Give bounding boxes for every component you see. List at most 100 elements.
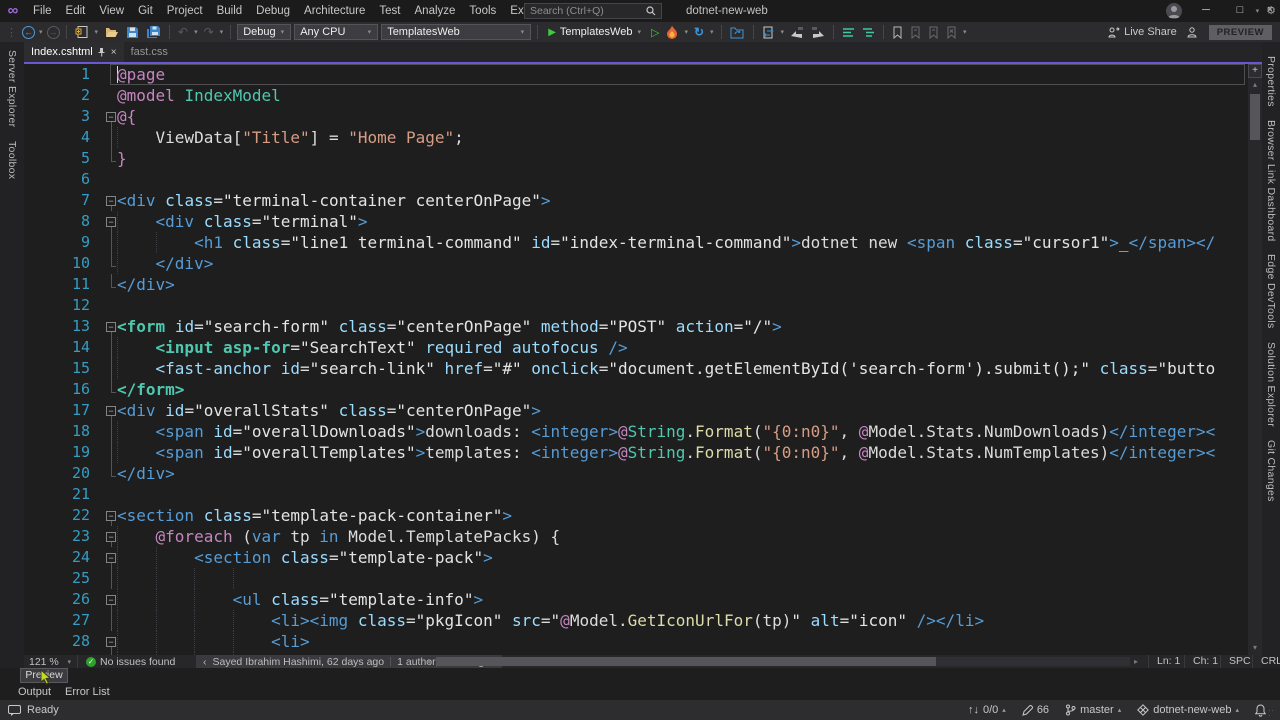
tab-list-dropdown[interactable]: ▾	[1255, 7, 1261, 15]
navigate-back-dropdown[interactable]: ▾	[38, 28, 44, 36]
minimize-button[interactable]: ─	[1192, 0, 1220, 22]
code-line-20[interactable]: 20</div>	[24, 463, 1248, 484]
solution-platform-combo[interactable]: Any CPU▾	[294, 24, 378, 40]
comment-lines-icon[interactable]	[840, 24, 857, 40]
menu-item-file[interactable]: File	[26, 0, 59, 22]
toolbar-overflow-dropdown[interactable]: ▾	[962, 28, 968, 36]
code-line-8[interactable]: −8 <div class="terminal">	[24, 211, 1248, 232]
fold-collapse-button[interactable]: −	[106, 406, 116, 416]
feedback-bubble-icon[interactable]	[8, 705, 21, 716]
run-dropdown[interactable]: ▾	[636, 28, 642, 36]
sync-document-dropdown[interactable]: ▾	[780, 28, 786, 36]
rail-tab-properties[interactable]: Properties	[1265, 56, 1277, 107]
fold-collapse-button[interactable]: −	[106, 553, 116, 563]
code-line-22[interactable]: −22<section class="template-pack-contain…	[24, 505, 1248, 526]
code-line-13[interactable]: −13<form id="search-form" class="centerO…	[24, 316, 1248, 337]
redo-dropdown[interactable]: ▾	[219, 28, 225, 36]
code-line-25[interactable]: 25	[24, 568, 1248, 589]
tab-close-icon[interactable]: ×	[110, 47, 117, 58]
git-branch-selector[interactable]: master ▴	[1065, 704, 1121, 716]
hot-reload-dropdown[interactable]: ▾	[683, 28, 689, 36]
rail-tab-solution-explorer[interactable]: Solution Explorer	[1265, 342, 1277, 427]
code-line-26[interactable]: −26 <ul class="template-info">	[24, 589, 1248, 610]
rail-tab-git-changes[interactable]: Git Changes	[1265, 440, 1277, 502]
hot-reload-icon[interactable]	[664, 24, 680, 40]
code-line-11[interactable]: 11</div>	[24, 274, 1248, 295]
sync-active-document-icon[interactable]	[760, 24, 777, 40]
scroll-up-arrow[interactable]: ▴	[1248, 80, 1262, 89]
window-resize-grip[interactable]: ···	[1268, 708, 1278, 718]
scroll-down-arrow[interactable]: ▾	[1248, 643, 1262, 652]
restart-dropdown[interactable]: ▾	[709, 28, 715, 36]
code-line-19[interactable]: 19 <span id="overallTemplates">templates…	[24, 442, 1248, 463]
rail-tab-browser-link-dashboard[interactable]: Browser Link Dashboard	[1265, 120, 1277, 242]
hscroll-left-arrow[interactable]: ◂	[426, 657, 430, 666]
fold-collapse-button[interactable]: −	[106, 511, 116, 521]
vertical-scroll-thumb[interactable]	[1250, 94, 1260, 140]
code-line-15[interactable]: 15 <fast-anchor id="search-link" href="#…	[24, 358, 1248, 379]
clear-bookmarks-icon[interactable]	[944, 24, 959, 40]
menu-item-project[interactable]: Project	[160, 0, 210, 22]
code-line-4[interactable]: 4 ViewData["Title"] = "Home Page";	[24, 127, 1248, 148]
rail-tab-toolbox[interactable]: Toolbox	[6, 141, 18, 179]
repository-selector[interactable]: dotnet-new-web ▴	[1137, 704, 1239, 716]
code-line-6[interactable]: 6	[24, 169, 1248, 190]
menu-item-debug[interactable]: Debug	[249, 0, 297, 22]
restart-app-icon[interactable]: ↻	[692, 24, 706, 40]
browser-link-refresh-icon[interactable]	[728, 24, 747, 40]
uncomment-lines-icon[interactable]	[860, 24, 877, 40]
document-tab-fast.css[interactable]: fast.css	[124, 42, 175, 62]
solution-configuration-combo[interactable]: Debug▾	[237, 24, 291, 40]
code-line-16[interactable]: 16</form>	[24, 379, 1248, 400]
menu-item-view[interactable]: View	[92, 0, 131, 22]
menu-item-architecture[interactable]: Architecture	[297, 0, 372, 22]
fold-collapse-button[interactable]: −	[106, 595, 116, 605]
rail-tab-server-explorer[interactable]: Server Explorer	[6, 50, 18, 127]
navigate-forward-icon[interactable]: →	[47, 26, 60, 39]
menu-item-git[interactable]: Git	[131, 0, 160, 22]
code-line-1[interactable]: 1@page	[24, 64, 1248, 85]
navigate-forward-doc-icon[interactable]	[809, 24, 827, 40]
code-line-2[interactable]: 2@model IndexModel	[24, 85, 1248, 106]
new-project-dropdown[interactable]: ▾	[94, 28, 100, 36]
fold-collapse-button[interactable]: −	[106, 637, 116, 647]
code-line-7[interactable]: −7<div class="terminal-container centerO…	[24, 190, 1248, 211]
menu-item-build[interactable]: Build	[210, 0, 250, 22]
save-all-icon[interactable]	[144, 24, 163, 40]
preview-badge[interactable]: PREVIEW	[1209, 25, 1272, 40]
code-line-18[interactable]: 18 <span id="overallDownloads">downloads…	[24, 421, 1248, 442]
startup-project-combo[interactable]: TemplatesWeb▾	[381, 24, 531, 40]
code-line-9[interactable]: 9 <h1 class="line1 terminal-command" id=…	[24, 232, 1248, 253]
horizontal-scroll-thumb[interactable]	[436, 657, 936, 666]
code-line-17[interactable]: −17<div id="overallStats" class="centerO…	[24, 400, 1248, 421]
fold-collapse-button[interactable]: −	[106, 112, 116, 122]
navigate-backward-doc-icon[interactable]	[788, 24, 806, 40]
next-bookmark-icon[interactable]	[926, 24, 941, 40]
indent-mode-indicator[interactable]: SPC	[1220, 655, 1252, 668]
hscroll-right-arrow[interactable]: ▸	[1134, 657, 1138, 666]
code-line-28[interactable]: −28 <li>	[24, 631, 1248, 652]
pin-icon[interactable]	[97, 47, 106, 57]
live-share-button[interactable]: Live Share	[1108, 26, 1177, 38]
undo-icon[interactable]: ↶	[176, 24, 190, 40]
global-search-input[interactable]: Search (Ctrl+Q)	[524, 3, 662, 19]
toolbar-grip[interactable]: ⋮	[4, 24, 19, 40]
code-line-24[interactable]: −24 <section class="template-pack">	[24, 547, 1248, 568]
fold-collapse-button[interactable]: −	[106, 322, 116, 332]
document-health-indicator[interactable]: ✓ No issues found	[86, 655, 175, 668]
open-file-icon[interactable]	[102, 24, 121, 40]
changes-counter[interactable]: ↑↓ 0/0 ▴	[968, 704, 1006, 716]
document-options-gear-icon[interactable]: ⚙	[1266, 4, 1276, 17]
code-line-10[interactable]: 10 </div>	[24, 253, 1248, 274]
editor-zoom-control[interactable]: 121 % ▾	[24, 655, 78, 668]
fold-collapse-button[interactable]: −	[106, 217, 116, 227]
navigate-back-icon[interactable]: ←	[22, 26, 35, 39]
code-editor[interactable]: 1@page2@model IndexModel−3@{4 ViewData["…	[24, 64, 1248, 655]
undo-dropdown[interactable]: ▾	[193, 28, 199, 36]
line-ending-indicator[interactable]: CRLF	[1252, 655, 1280, 668]
code-line-14[interactable]: 14 <input asp-for="SearchText" required …	[24, 337, 1248, 358]
document-tab-index.cshtml[interactable]: Index.cshtml×	[24, 42, 124, 62]
menu-item-edit[interactable]: Edit	[59, 0, 93, 22]
vertical-scrollbar[interactable]: + ▴ ▾	[1248, 64, 1262, 655]
rail-tab-edge-devtools[interactable]: Edge DevTools	[1265, 254, 1277, 329]
